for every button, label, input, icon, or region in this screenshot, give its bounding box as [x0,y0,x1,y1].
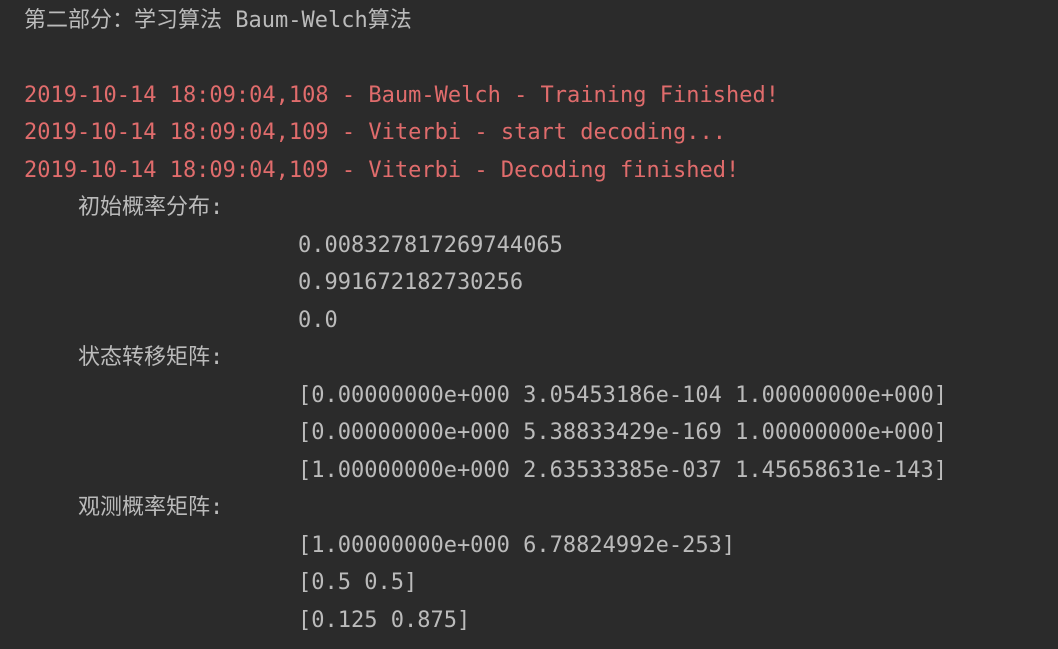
observation-matrix-label: 观测概率矩阵: [78,495,224,520]
log-line-training-finished: 2019-10-14 18:09:04,108 - Baum-Welch - T… [24,83,779,108]
transition-matrix-row: [1.00000000e+000 2.63533385e-037 1.45658… [298,458,948,483]
initial-distribution-label: 初始概率分布: [78,195,224,220]
observation-matrix-row: [0.125 0.875] [298,608,471,633]
observation-matrix-row: [0.5 0.5] [298,570,418,595]
console-output: 第二部分：学习算法 Baum-Welch算法 2019-10-14 18:09:… [0,0,1058,649]
transition-matrix-row: [0.00000000e+000 3.05453186e-104 1.00000… [298,383,948,408]
log-line-start-decoding: 2019-10-14 18:09:04,109 - Viterbi - star… [24,120,726,145]
initial-distribution-value: 0.0 [298,308,338,333]
initial-distribution-value: 0.991672182730256 [298,270,524,295]
transition-matrix-label: 状态转移矩阵: [78,345,224,370]
section-heading: 第二部分：学习算法 Baum-Welch算法 [24,8,412,33]
observation-matrix-row: [1.00000000e+000 6.78824992e-253] [298,533,736,558]
log-line-decoding-finished: 2019-10-14 18:09:04,109 - Viterbi - Deco… [24,158,740,183]
transition-matrix-row: [0.00000000e+000 5.38833429e-169 1.00000… [298,420,948,445]
initial-distribution-value: 0.008327817269744065 [298,233,563,258]
